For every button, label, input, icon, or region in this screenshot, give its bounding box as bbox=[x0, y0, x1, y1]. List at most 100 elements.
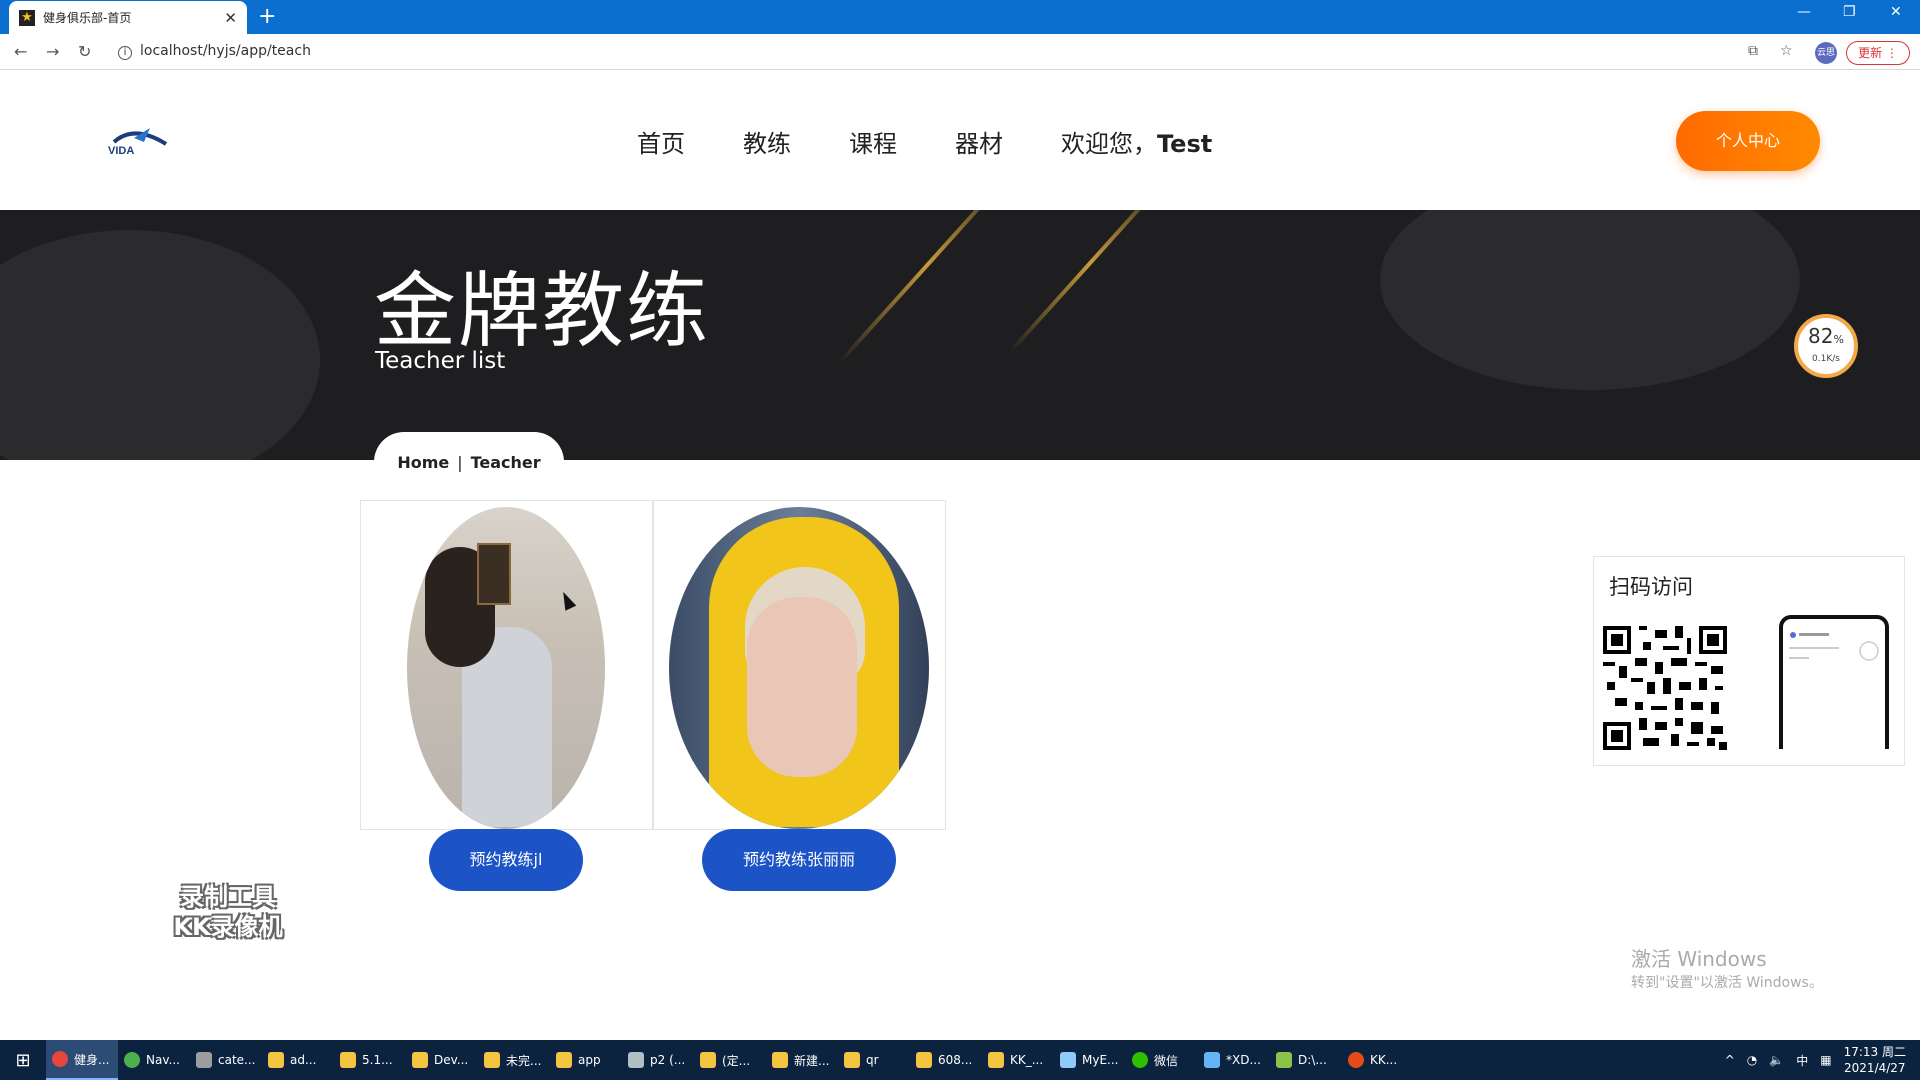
book-coach-button[interactable]: 预约教练张丽丽 bbox=[702, 829, 896, 891]
taskbar-item[interactable]: D:\... bbox=[1270, 1040, 1342, 1080]
taskbar-item[interactable]: cate... bbox=[190, 1040, 262, 1080]
personal-center-button[interactable]: 个人中心 bbox=[1676, 111, 1820, 171]
update-button[interactable]: 更新 ⋮ bbox=[1846, 41, 1910, 65]
breadcrumb-current: Teacher bbox=[470, 452, 541, 472]
notepad-icon bbox=[1276, 1052, 1292, 1068]
url-text: localhost/hyjs/app/teach bbox=[140, 43, 311, 59]
browser-tab-bar: ★ 健身俱乐部-首页 ✕ + — ❐ ✕ bbox=[0, 0, 1920, 34]
taskbar-item-label: 新建... bbox=[794, 1053, 830, 1068]
taskbar-item[interactable]: *XD... bbox=[1198, 1040, 1270, 1080]
taskbar-item[interactable]: p2 (... bbox=[622, 1040, 694, 1080]
main-nav: 首页 教练 课程 器材 欢迎您，Test bbox=[637, 124, 1212, 159]
windows-start-icon[interactable]: ⊞ bbox=[0, 1040, 46, 1080]
breadcrumb-home[interactable]: Home bbox=[397, 453, 449, 472]
phone-preview-image bbox=[1779, 615, 1889, 749]
system-clock[interactable]: 17:13 周二 2021/4/27 bbox=[1844, 1044, 1906, 1076]
taskbar-item[interactable]: app bbox=[550, 1040, 622, 1080]
watermark-line2: KK录像机 bbox=[173, 913, 283, 941]
taskbar-item-label: cate... bbox=[218, 1053, 256, 1067]
bookmark-star-icon[interactable]: ☆ bbox=[1780, 43, 1793, 59]
editor-icon bbox=[1204, 1052, 1220, 1068]
reload-icon[interactable]: ↻ bbox=[78, 42, 91, 61]
taskbar-item[interactable]: KK... bbox=[1342, 1040, 1414, 1080]
taskbar-item-label: ad... bbox=[290, 1053, 317, 1067]
taskbar-item-label: qr bbox=[866, 1053, 879, 1067]
app-icon bbox=[628, 1052, 644, 1068]
taskbar-item[interactable]: 5.1... bbox=[334, 1040, 406, 1080]
folder-icon bbox=[916, 1052, 932, 1068]
update-label: 更新 bbox=[1858, 46, 1883, 60]
page-banner: 金牌教练 Teacher list bbox=[0, 210, 1920, 460]
site-header: VIDA 首页 教练 课程 器材 欢迎您，Test 个人中心 bbox=[0, 70, 1920, 210]
taskbar-item-label: KK_... bbox=[1010, 1053, 1044, 1067]
taskbar-item-label: (定... bbox=[722, 1053, 751, 1068]
taskbar-item[interactable]: Dev... bbox=[406, 1040, 478, 1080]
speed-percent: 82% bbox=[1798, 322, 1854, 354]
forward-icon[interactable]: → bbox=[46, 42, 59, 61]
chrome-icon bbox=[52, 1051, 68, 1067]
taskbar-item-label: MyE... bbox=[1082, 1053, 1119, 1067]
network-icon[interactable]: ◔ bbox=[1747, 1053, 1757, 1067]
folder-icon bbox=[340, 1052, 356, 1068]
nav-home[interactable]: 首页 bbox=[637, 124, 685, 159]
taskbar-item[interactable]: qr bbox=[838, 1040, 910, 1080]
windows-activation-notice: 激活 Windows 转到"设置"以激活 Windows。 bbox=[1631, 943, 1823, 992]
breadcrumb: Home | Teacher bbox=[374, 432, 564, 492]
tray-expand-icon[interactable]: ^ bbox=[1725, 1053, 1735, 1067]
taskbar-item[interactable]: Nav... bbox=[118, 1040, 190, 1080]
url-field[interactable]: i localhost/hyjs/app/teach bbox=[118, 43, 311, 60]
nav-equipment[interactable]: 器材 bbox=[955, 124, 1003, 159]
new-tab-icon[interactable]: + bbox=[258, 4, 276, 29]
system-tray: ^ ◔ 🔈 中 ▦ 17:13 周二 2021/4/27 bbox=[1725, 1044, 1920, 1076]
site-favicon-icon: ★ bbox=[19, 9, 35, 26]
taskbar-item[interactable]: 608... bbox=[910, 1040, 982, 1080]
clock-date: 2021/4/27 bbox=[1844, 1061, 1906, 1075]
page-title: 金牌教练 bbox=[374, 264, 711, 359]
taskbar-item-label: 608... bbox=[938, 1053, 973, 1067]
taskbar-item[interactable]: 新建... bbox=[766, 1040, 838, 1080]
nav-courses[interactable]: 课程 bbox=[849, 124, 897, 159]
taskbar-item[interactable]: (定... bbox=[694, 1040, 766, 1080]
close-window-icon[interactable]: ✕ bbox=[1890, 4, 1902, 20]
keyboard-icon[interactable]: ▦ bbox=[1820, 1053, 1831, 1067]
taskbar-item[interactable]: ad... bbox=[262, 1040, 334, 1080]
taskbar-item-label: D:\... bbox=[1298, 1053, 1327, 1067]
qr-widget: 扫码访问 bbox=[1593, 556, 1905, 766]
taskbar-item[interactable]: MyE... bbox=[1054, 1040, 1126, 1080]
tab-title: 健身俱乐部-首页 bbox=[43, 11, 132, 25]
taskbar-item-label: app bbox=[578, 1053, 601, 1067]
book-coach-button[interactable]: 预约教练jl bbox=[429, 829, 583, 891]
photo-face bbox=[747, 597, 857, 777]
vida-logo[interactable]: VIDA bbox=[104, 120, 174, 160]
qr-code-image[interactable] bbox=[1603, 623, 1727, 753]
app-icon bbox=[196, 1052, 212, 1068]
folder-icon bbox=[484, 1052, 500, 1068]
teacher-photo[interactable] bbox=[407, 507, 605, 829]
folder-icon bbox=[268, 1052, 284, 1068]
taskbar-item[interactable]: 健身... bbox=[46, 1040, 118, 1080]
speed-rate: 0.1K/s bbox=[1812, 354, 1840, 364]
taskbar-item-label: 微信 bbox=[1154, 1053, 1179, 1068]
translate-icon[interactable]: ⧉ bbox=[1748, 43, 1758, 59]
back-icon[interactable]: ← bbox=[14, 42, 27, 61]
site-info-icon[interactable]: i bbox=[118, 46, 132, 60]
profile-avatar[interactable]: 云思 bbox=[1815, 42, 1837, 64]
minimize-icon[interactable]: — bbox=[1797, 4, 1811, 20]
navicat-icon bbox=[124, 1052, 140, 1068]
taskbar-item[interactable]: 微信 bbox=[1126, 1040, 1198, 1080]
taskbar-item[interactable]: KK_... bbox=[982, 1040, 1054, 1080]
logo-text: VIDA bbox=[108, 145, 134, 157]
restore-icon[interactable]: ❐ bbox=[1843, 4, 1856, 20]
browser-tab[interactable]: ★ 健身俱乐部-首页 ✕ bbox=[9, 1, 247, 34]
teacher-photo[interactable] bbox=[669, 507, 929, 829]
close-tab-icon[interactable]: ✕ bbox=[224, 9, 237, 27]
nav-coaches[interactable]: 教练 bbox=[743, 124, 791, 159]
network-speed-widget[interactable]: 82% 0.1K/s bbox=[1794, 314, 1858, 378]
speed-percent-value: 82 bbox=[1808, 324, 1834, 348]
page-subtitle: Teacher list bbox=[375, 348, 506, 374]
volume-icon[interactable]: 🔈 bbox=[1769, 1053, 1784, 1067]
ime-indicator[interactable]: 中 bbox=[1796, 1052, 1808, 1069]
taskbar-item-label: 健身... bbox=[74, 1052, 110, 1067]
taskbar-item[interactable]: 未完... bbox=[478, 1040, 550, 1080]
kk-recorder-icon bbox=[1348, 1052, 1364, 1068]
